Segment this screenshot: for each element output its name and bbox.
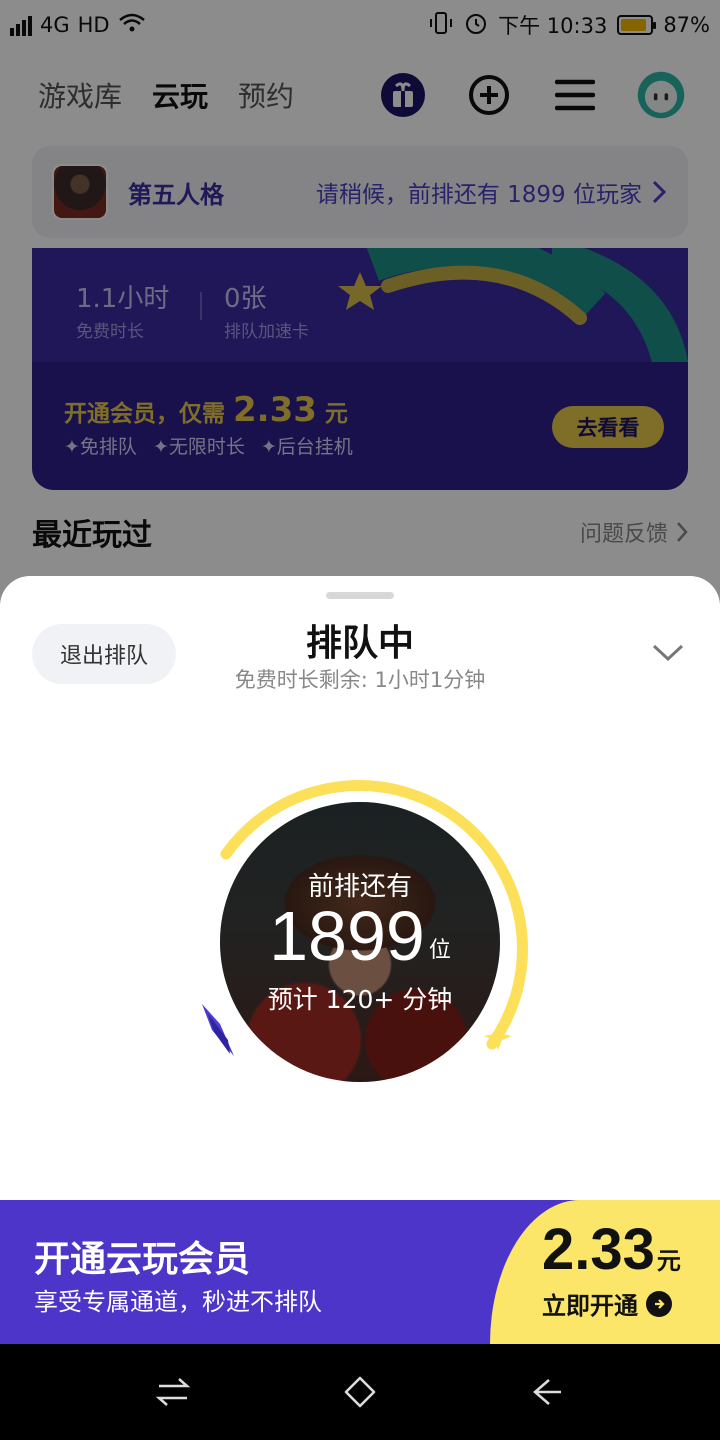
sheet-title: 排队中 [305, 623, 414, 664]
free-time-remaining: 免费时长剩余: 1小时1分钟 [234, 668, 486, 692]
subscribe-label: 立即开通 [542, 1292, 638, 1320]
membership-title: 开通云玩会员 [34, 1239, 251, 1280]
arrow-right-icon [646, 1290, 672, 1317]
estimated-wait: 预计 120+ 分钟 [267, 985, 453, 1014]
membership-price-amount: 2.33 [542, 1217, 655, 1282]
ahead-count-row: 1899 位 [220, 898, 500, 974]
membership-price-unit: 元 [656, 1247, 681, 1275]
membership-subtitle: 享受专属通道，秒进不排队 [34, 1288, 322, 1316]
membership-banner[interactable]: 开通云玩会员 享受专属通道，秒进不排队 2.33 元 立即开通 [0, 1200, 720, 1344]
sheet-grabber[interactable] [326, 592, 394, 599]
back-icon[interactable] [522, 1367, 572, 1417]
recent-apps-icon[interactable] [148, 1367, 198, 1417]
queue-info: 前排还有 1899 位 预计 120+ 分钟 [220, 802, 500, 1082]
membership-price: 2.33 元 [542, 1218, 681, 1282]
home-icon[interactable] [335, 1367, 385, 1417]
cloud-play-page: 4G HD 下午 10:33 87% 游戏库 云玩 预约 第五人格 请稍候，前排… [0, 0, 720, 1440]
system-nav-bar [0, 1344, 720, 1440]
ahead-unit: 位 [428, 938, 451, 963]
subscribe-action: 立即开通 [542, 1286, 672, 1321]
chevron-down-icon[interactable] [648, 638, 688, 668]
subscribe-now-button[interactable]: 2.33 元 立即开通 [490, 1200, 720, 1344]
ahead-count: 1899 [269, 897, 425, 975]
queue-progress-ring: 前排还有 1899 位 预计 120+ 分钟 [190, 772, 530, 1112]
